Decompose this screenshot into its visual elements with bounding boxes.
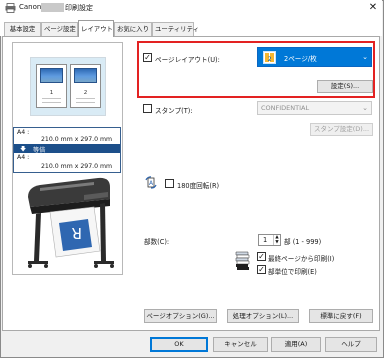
tab-page-setup[interactable]: ページ設定 [41,22,78,36]
page-layout-checkbox[interactable]: ✓ [143,53,152,62]
tab-basic[interactable]: 基本設定 [4,22,41,36]
stamp-label: スタンプ(T): [155,107,193,115]
text-line [42,98,61,99]
scale-text: 等倍 [33,147,46,154]
page-layout-settings-button[interactable]: 設定(S)... [317,80,373,93]
processing-options-button[interactable]: 処理オプション(L)... [227,309,299,323]
stamp-value: CONFIDENTIAL [261,104,310,112]
text-line [42,102,61,103]
copies-stepper[interactable]: 1 ▲ ▼ [258,234,281,246]
paper-stack-icon [235,251,250,270]
large-format-printer-icon: R [28,177,114,268]
copies-label: 部数(C): [144,238,170,246]
stamp-select[interactable]: CONFIDENTIAL ⌄ [257,101,372,115]
last-page-first-checkbox[interactable]: ✓ [257,252,266,261]
svg-text:R: R [72,224,82,242]
page-layout-select[interactable]: 2 2ページ/枚 ⌄ [257,47,372,67]
scale-band: 🡇 等倍 [14,144,120,154]
window-title-prefix: Canon [19,3,42,11]
two-pages-per-sheet-icon: 2 [263,51,276,64]
rotate-180-icon: A [145,176,157,189]
collate-checkbox[interactable]: ✓ [257,265,266,274]
help-button[interactable]: ヘルプ [325,337,377,352]
tab-utility[interactable]: ユーティリティ [152,22,199,36]
apply-button[interactable]: 適用(A) [271,337,321,352]
collate-label: 部単位で印刷(E) [268,268,317,276]
ok-button[interactable]: OK [150,337,208,352]
page-layout-label: ページレイアウト(U): [155,56,220,64]
copies-value: 1 [263,236,268,244]
paper-size-info: A4 : 210.0 mm x 297.0 mm 🡇 等倍 A4 : 210.0… [13,127,121,173]
tab-favorites[interactable]: お気に入り [114,22,152,36]
last-page-first-label: 最終ページから印刷(I) [268,255,335,263]
restore-defaults-button[interactable]: 標準に戻す(F) [309,309,373,323]
input-size-label: A4 : [17,129,30,136]
cancel-button[interactable]: キャンセル [213,337,268,352]
tab-layout[interactable]: レイアウト [78,20,114,37]
stamp-settings-button[interactable]: スタンプ設定(D)... [310,123,373,136]
close-icon[interactable]: ✕ [366,1,380,15]
preview-page-2: 2 [70,64,101,108]
chevron-down-icon: ⌄ [362,53,368,61]
spin-arrows-icon[interactable]: ▲ ▼ [273,235,280,245]
page-options-button[interactable]: ページオプション(G)... [144,309,217,323]
page-number: 2 [83,90,88,96]
output-size-label: A4 : [17,154,30,161]
text-line [76,102,95,103]
page-image [40,68,63,83]
output-size-value: 210.0 mm x 297.0 mm [41,163,113,170]
copies-range: 部 (1 - 999) [284,238,322,246]
page-number: 1 [49,90,54,96]
page-layout-value: 2ページ/枚 [284,55,317,63]
page-image [74,68,97,83]
text-line [76,98,95,99]
rotate-180-label: 180度回転(R) [177,182,220,190]
rotate-180-checkbox[interactable] [165,179,174,188]
svg-text:2: 2 [268,56,272,63]
window-title-suffix: 印刷設定 [65,4,93,12]
redacted-model-name [41,3,64,12]
preview-page-1: 1 [36,64,67,108]
printer-app-icon [5,3,16,13]
stamp-checkbox[interactable] [143,104,152,113]
chevron-down-icon: ⌄ [362,104,368,112]
input-size-value: 210.0 mm x 297.0 mm [41,136,113,143]
